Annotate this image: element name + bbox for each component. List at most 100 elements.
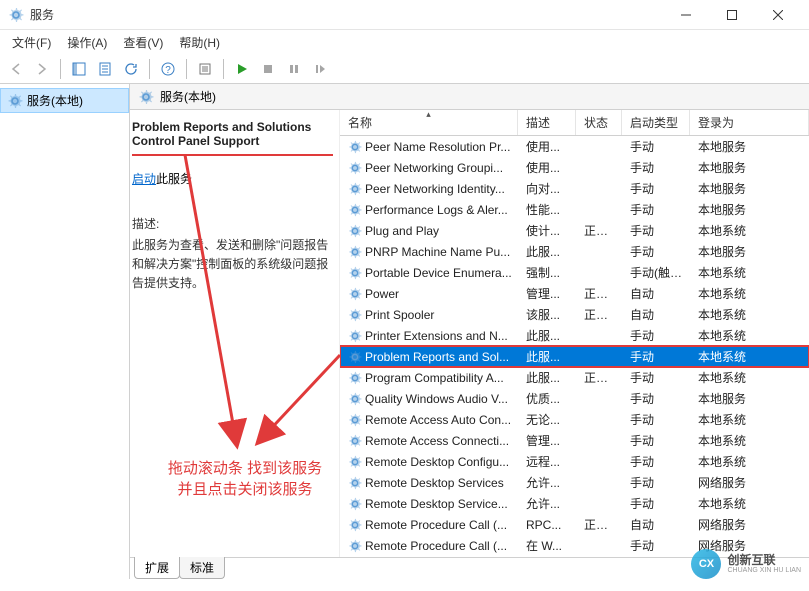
separator [186, 59, 187, 79]
pause-service-button[interactable] [282, 57, 306, 81]
tree-root-label: 服务(本地) [27, 92, 83, 109]
minimize-icon [681, 10, 691, 20]
col-name[interactable]: 名称▴ [340, 110, 518, 135]
service-startup: 手动 [622, 369, 690, 386]
gear-icon [348, 350, 362, 364]
service-status: 正在... [576, 306, 622, 323]
service-name: Remote Access Auto Con... [365, 413, 511, 427]
service-row[interactable]: Peer Name Resolution Pr...使用...手动本地服务 [340, 136, 809, 157]
maximize-icon [727, 10, 737, 20]
service-row[interactable]: Remote Desktop Configu...远程...手动本地系统 [340, 451, 809, 472]
service-logon: 本地服务 [690, 243, 809, 260]
main-panel: 服务(本地) Problem Reports and Solutions Con… [130, 84, 809, 579]
service-desc: 此服... [518, 243, 576, 260]
service-row[interactable]: Power管理...正在...自动本地系统 [340, 283, 809, 304]
service-name: Peer Name Resolution Pr... [365, 140, 510, 154]
menu-view[interactable]: 查看(V) [115, 31, 171, 54]
service-desc: 允许... [518, 474, 576, 491]
service-startup: 手动 [622, 180, 690, 197]
menu-help[interactable]: 帮助(H) [171, 31, 228, 54]
refresh-icon [124, 62, 138, 76]
main-header: 服务(本地) [130, 84, 809, 110]
service-startup: 手动 [622, 327, 690, 344]
svg-text:?: ? [165, 65, 171, 76]
menu-file[interactable]: 文件(F) [4, 31, 59, 54]
stop-icon [262, 63, 274, 75]
col-logon[interactable]: 登录为 [690, 110, 809, 135]
service-name: Print Spooler [365, 308, 434, 322]
close-button[interactable] [755, 0, 801, 30]
service-row[interactable]: PNRP Machine Name Pu...此服...手动本地服务 [340, 241, 809, 262]
col-status[interactable]: 状态 [576, 110, 622, 135]
properties-button[interactable] [193, 57, 217, 81]
service-row[interactable]: Remote Access Auto Con...无论...手动本地系统 [340, 409, 809, 430]
tree-root-item[interactable]: 服务(本地) [0, 88, 129, 113]
start-service-button[interactable] [230, 57, 254, 81]
service-row[interactable]: Quality Windows Audio V...优质...手动本地服务 [340, 388, 809, 409]
properties-icon [198, 62, 212, 76]
service-desc: 使用... [518, 159, 576, 176]
gear-icon [348, 245, 362, 259]
tab-extended[interactable]: 扩展 [134, 557, 180, 579]
forward-icon [35, 62, 49, 76]
tab-standard[interactable]: 标准 [179, 557, 225, 579]
service-row[interactable]: Peer Networking Identity...向对...手动本地服务 [340, 178, 809, 199]
service-name: Remote Desktop Configu... [365, 455, 509, 469]
service-logon: 网络服务 [690, 474, 809, 491]
show-hide-tree-button[interactable] [67, 57, 91, 81]
service-row[interactable]: Program Compatibility A...此服...正在...手动本地… [340, 367, 809, 388]
service-startup: 手动 [622, 201, 690, 218]
service-row[interactable]: Plug and Play使计...正在...手动本地系统 [340, 220, 809, 241]
service-name: Remote Desktop Service... [365, 497, 508, 511]
start-link[interactable]: 启动 [132, 172, 156, 186]
service-row[interactable]: Print Spooler该服...正在...自动本地系统 [340, 304, 809, 325]
service-row[interactable]: Printer Extensions and N...此服...手动本地系统 [340, 325, 809, 346]
service-row[interactable]: Problem Reports and Sol...此服...手动本地系统 [340, 346, 809, 367]
service-name: Remote Desktop Services [365, 476, 504, 490]
minimize-button[interactable] [663, 0, 709, 30]
gear-icon [348, 266, 362, 280]
col-desc[interactable]: 描述 [518, 110, 576, 135]
help-button[interactable]: ? [156, 57, 180, 81]
tree-panel-icon [72, 62, 86, 76]
forward-button[interactable] [30, 57, 54, 81]
back-button[interactable] [4, 57, 28, 81]
service-desc: 远程... [518, 453, 576, 470]
service-logon: 本地服务 [690, 201, 809, 218]
service-name: Power [365, 287, 399, 301]
service-row[interactable]: Remote Desktop Service...允许...手动本地系统 [340, 493, 809, 514]
watermark-text: 创新互联 CHUANG XIN HU LIAN [727, 554, 801, 575]
desc-text: 此服务为查看、发送和删除"问题报告和解决方案"控制面板的系统级问题报告提供支持。 [132, 236, 333, 294]
service-desc: 管理... [518, 285, 576, 302]
service-status: 正在... [576, 516, 622, 533]
service-row[interactable]: Remote Access Connecti...管理...手动本地系统 [340, 430, 809, 451]
service-row[interactable]: Remote Procedure Call (...RPC...正在...自动网… [340, 514, 809, 535]
service-startup: 自动 [622, 285, 690, 302]
service-name: Portable Device Enumera... [365, 266, 512, 280]
service-logon: 本地系统 [690, 222, 809, 239]
service-row[interactable]: Remote Desktop Services允许...手动网络服务 [340, 472, 809, 493]
service-startup: 手动 [622, 390, 690, 407]
export-button[interactable] [93, 57, 117, 81]
menu-action[interactable]: 操作(A) [59, 31, 115, 54]
stop-service-button[interactable] [256, 57, 280, 81]
service-row[interactable]: Portable Device Enumera...强制...手动(触发...本… [340, 262, 809, 283]
service-startup: 手动 [622, 222, 690, 239]
refresh-button[interactable] [119, 57, 143, 81]
service-name: Peer Networking Identity... [365, 182, 505, 196]
col-startup[interactable]: 启动类型 [622, 110, 690, 135]
service-desc: 强制... [518, 264, 576, 281]
restart-service-button[interactable] [308, 57, 332, 81]
service-name: Remote Procedure Call (... [365, 518, 507, 532]
detail-divider [132, 154, 333, 156]
service-row[interactable]: Performance Logs & Aler...性能...手动本地服务 [340, 199, 809, 220]
service-row[interactable]: Peer Networking Groupi...使用...手动本地服务 [340, 157, 809, 178]
list-body[interactable]: Peer Name Resolution Pr...使用...手动本地服务Pee… [340, 136, 809, 557]
maximize-button[interactable] [709, 0, 755, 30]
service-logon: 本地系统 [690, 453, 809, 470]
tree-panel: 服务(本地) [0, 84, 130, 579]
window-title: 服务 [30, 6, 663, 23]
export-icon [98, 62, 112, 76]
gear-icon [348, 203, 362, 217]
service-desc: 此服... [518, 327, 576, 344]
